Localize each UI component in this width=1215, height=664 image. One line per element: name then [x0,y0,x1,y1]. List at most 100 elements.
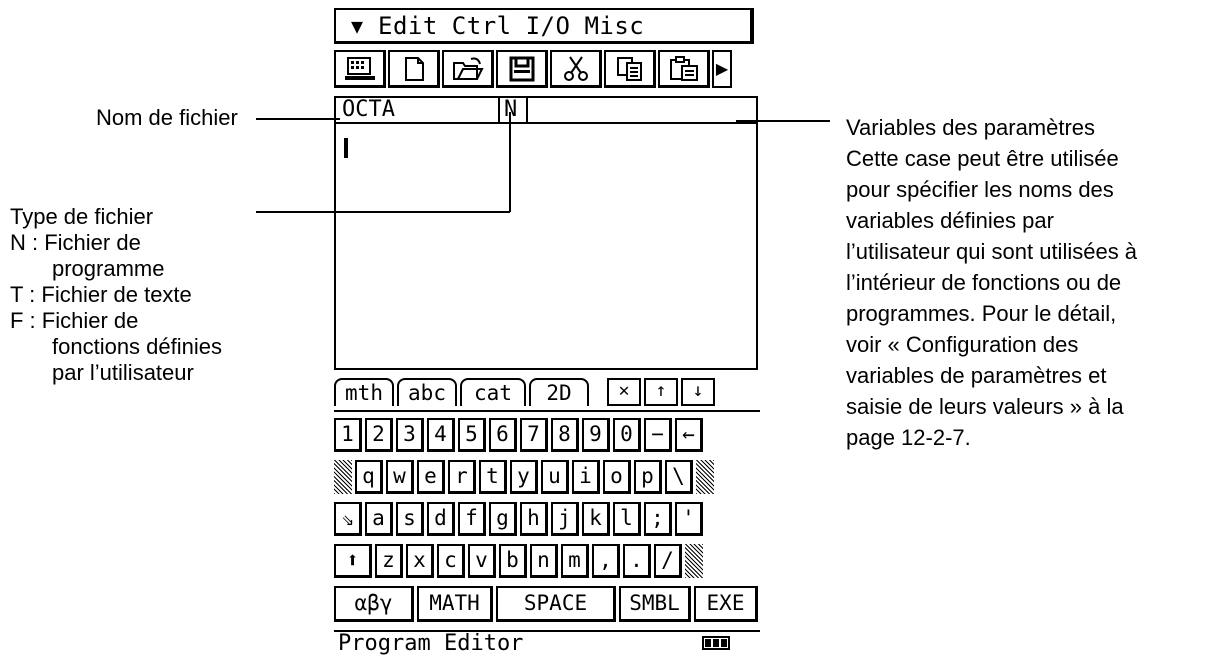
divider [498,98,500,122]
file-name-field[interactable]: OCTA [342,98,395,122]
key[interactable]: 3 [396,418,424,452]
paste-icon[interactable] [658,50,710,88]
keyboard-row-zxcv: ⬆ z x c v b n m , . / [334,542,760,580]
key[interactable]: p [634,460,662,494]
text-cursor [344,138,348,158]
file-info-bar: OCTA N [336,98,756,124]
up-arrow-icon[interactable]: ↑ [644,378,678,406]
key[interactable]: u [541,460,569,494]
down-arrow-icon[interactable]: ↓ [681,378,715,406]
close-icon[interactable]: ✕ [607,378,641,406]
key[interactable]: / [654,544,682,578]
app-name: Program Editor [338,631,524,656]
key[interactable]: 8 [551,418,579,452]
space-key[interactable]: SPACE [496,586,616,622]
key[interactable]: i [572,460,600,494]
exe-key[interactable]: EXE [694,586,758,622]
key[interactable]: 6 [489,418,517,452]
leader-line [736,120,830,122]
key[interactable]: j [551,502,579,536]
soft-keyboard: 1 2 3 4 5 6 7 8 9 0 − ← q w e r t y u i … [334,410,760,582]
key[interactable]: w [386,460,414,494]
key[interactable]: 2 [365,418,393,452]
key[interactable]: 5 [458,418,486,452]
key[interactable]: 4 [427,418,455,452]
calculator-icon[interactable] [334,50,386,88]
status-bar: Program Editor [334,630,760,656]
key[interactable]: z [375,544,403,578]
toolbar-more-icon[interactable]: ▶ [712,50,732,88]
leader-line [256,118,340,120]
key[interactable]: o [603,460,631,494]
key[interactable]: t [479,460,507,494]
new-file-icon[interactable] [388,50,440,88]
key[interactable]: . [623,544,651,578]
menu-misc[interactable]: Misc [584,11,644,41]
backspace-icon[interactable]: ← [675,418,703,452]
save-icon[interactable] [496,50,548,88]
label-file-type: Type de fichier N : Fichier de programme… [10,204,222,385]
key[interactable]: h [520,502,548,536]
key[interactable]: ' [675,502,703,536]
key[interactable]: l [613,502,641,536]
symbol-key[interactable]: SMBL [619,586,691,622]
keyboard-function-row: αβγ MATH SPACE SMBL EXE [334,586,760,624]
key[interactable]: \ [665,460,693,494]
open-folder-icon[interactable] [442,50,494,88]
tab-mth[interactable]: mth [334,378,394,406]
key[interactable]: y [510,460,538,494]
menu-chevron-icon[interactable]: ▼ [336,11,378,41]
menu-io[interactable]: I/O [526,11,571,41]
keyboard-edge [685,544,703,578]
key[interactable]: a [365,502,393,536]
cut-icon[interactable] [550,50,602,88]
key[interactable]: c [437,544,465,578]
key[interactable]: 0 [613,418,641,452]
minus-key[interactable]: − [644,418,672,452]
menu-bar: ▼ Edit Ctrl I/O Misc [334,8,754,44]
label-file-name: Nom de fichier [96,105,238,130]
key[interactable]: x [406,544,434,578]
label-parameter-variables: Variables des paramètres Cette case peut… [846,115,1138,450]
key[interactable]: q [355,460,383,494]
shift-lock-icon[interactable]: ⇘ [334,502,362,536]
key[interactable]: m [561,544,589,578]
keyboard-row-numbers: 1 2 3 4 5 6 7 8 9 0 − ← [334,416,760,454]
keyboard-edge [334,460,352,494]
divider [526,98,528,122]
leader-line [509,112,511,212]
key[interactable]: d [427,502,455,536]
keyboard-tabs: mth abc cat 2D ✕ ↑ ↓ [334,378,760,408]
key[interactable]: k [582,502,610,536]
key[interactable]: b [499,544,527,578]
menu-ctrl[interactable]: Ctrl [452,11,512,41]
key[interactable]: n [530,544,558,578]
program-editor[interactable]: OCTA N [334,96,758,370]
copy-icon[interactable] [604,50,656,88]
key[interactable]: , [592,544,620,578]
menu-edit[interactable]: Edit [378,11,438,41]
calculator-screen: ▼ Edit Ctrl I/O Misc ▶ OCTA N mth abc ca… [334,8,760,656]
toolbar: ▶ [334,50,760,90]
keyboard-row-qwerty: q w e r t y u i o p \ [334,458,760,496]
key[interactable]: r [448,460,476,494]
key[interactable]: ; [644,502,672,536]
greek-key[interactable]: αβγ [334,586,414,622]
math-key[interactable]: MATH [417,586,493,622]
key[interactable]: g [489,502,517,536]
key[interactable]: 9 [582,418,610,452]
key[interactable]: e [417,460,445,494]
battery-icon [702,636,730,650]
parameter-variables-field[interactable] [530,98,754,120]
leader-line [256,211,510,213]
keyboard-edge [696,460,714,494]
shift-icon[interactable]: ⬆ [334,544,372,578]
key[interactable]: s [396,502,424,536]
key[interactable]: f [458,502,486,536]
tab-abc[interactable]: abc [397,378,457,406]
key[interactable]: 7 [520,418,548,452]
tab-2d[interactable]: 2D [529,378,589,406]
key[interactable]: 1 [334,418,362,452]
key[interactable]: v [468,544,496,578]
tab-cat[interactable]: cat [460,378,526,406]
